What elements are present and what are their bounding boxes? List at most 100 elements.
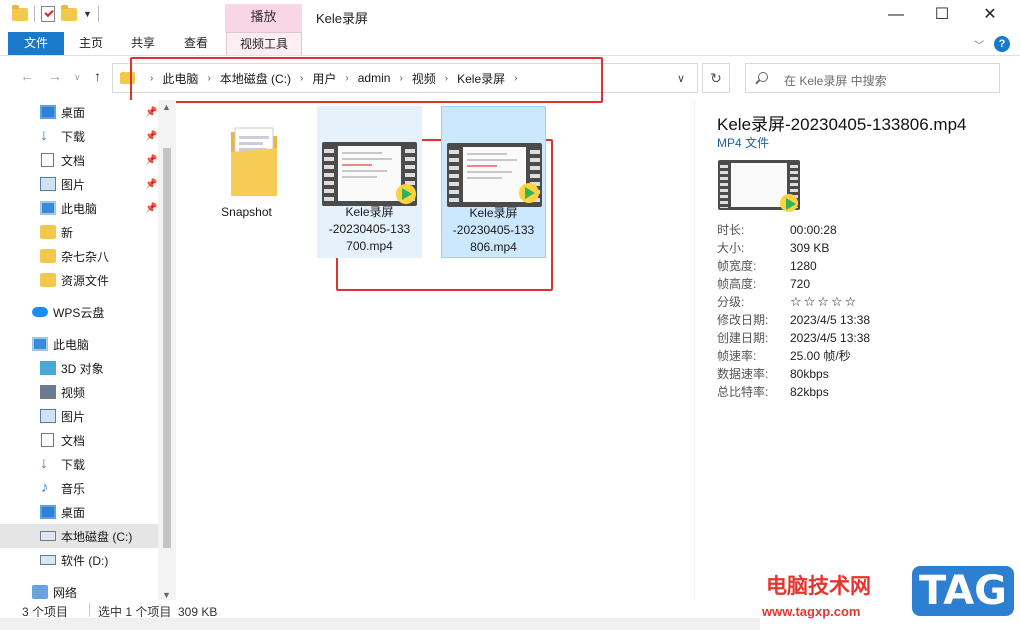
minimize-button[interactable]: —: [873, 0, 919, 30]
pane-divider[interactable]: [694, 100, 695, 600]
watermark-tag-logo: TAG: [912, 566, 1014, 616]
desktop-icon: [40, 505, 56, 519]
details-type: MP4 文件: [717, 136, 770, 150]
sidebar-item-downloads[interactable]: ↓ 下载 📌: [0, 124, 158, 148]
sidebar-item-downloads-pc[interactable]: ↓ 下载: [0, 452, 158, 476]
context-tab-play[interactable]: 播放: [225, 4, 302, 32]
sidebar-item-wps-cloud[interactable]: WPS云盘: [0, 300, 158, 324]
scrollbar-thumb[interactable]: [163, 148, 171, 548]
sidebar-item-pictures[interactable]: 图片 📌: [0, 172, 158, 196]
tab-share[interactable]: 共享: [124, 32, 162, 55]
sidebar-item-disk-d[interactable]: 软件 (D:): [0, 548, 158, 572]
sidebar-item-local-disk-c[interactable]: 本地磁盘 (C:): [0, 524, 158, 548]
sidebar-item-this-pc[interactable]: 此电脑: [0, 332, 158, 356]
pin-icon[interactable]: 📌: [145, 107, 157, 118]
file-tile-snapshot[interactable]: Snapshot: [194, 106, 299, 258]
scroll-down-icon[interactable]: ▼: [162, 590, 171, 600]
folder-icon: [40, 273, 56, 287]
search-input[interactable]: 在 Kele录屏 中搜索: [745, 63, 1000, 93]
folder-icon: [231, 127, 277, 196]
pin-icon[interactable]: 📌: [145, 179, 157, 190]
details-pane: Kele录屏-20230405-133806.mp4 MP4 文件 时长: 00…: [700, 100, 1020, 600]
refresh-button[interactable]: ↻: [702, 63, 730, 93]
properties-icon[interactable]: [41, 6, 55, 22]
sidebar-item-new[interactable]: 新: [0, 220, 158, 244]
background-strip: [0, 618, 760, 630]
sidebar-item-videos[interactable]: 视频: [0, 380, 158, 404]
file-name: Snapshot: [221, 205, 272, 219]
desktop-icon: [40, 105, 56, 119]
watermark-site-name: 电脑技术网: [766, 574, 871, 598]
3d-objects-icon: [40, 361, 56, 375]
pin-icon[interactable]: 📌: [145, 155, 157, 166]
picture-icon: [40, 177, 56, 191]
rating-stars[interactable]: ☆☆☆☆☆: [790, 293, 858, 311]
music-icon: ♪: [41, 479, 49, 496]
folder-icon: [12, 4, 28, 21]
player-badge-icon: [396, 184, 416, 204]
folder-icon: [40, 249, 56, 263]
quick-access-toolbar: ▼: [12, 4, 99, 22]
help-icon[interactable]: ?: [994, 36, 1010, 52]
divider: [34, 6, 35, 22]
navigation-pane: 桌面 📌 ↓ 下载 📌 文档 📌 图片 📌 此电脑 📌 新 杂七杂八 资源文件 …: [0, 100, 176, 600]
download-icon: ↓: [40, 127, 48, 144]
new-folder-icon[interactable]: [61, 4, 77, 21]
title-bar: ▼ 播放 Kele录屏 — ☐ ✕: [0, 0, 1020, 32]
maximize-button[interactable]: ☐: [919, 0, 965, 30]
cloud-icon: [32, 307, 48, 317]
pin-icon[interactable]: 📌: [145, 131, 157, 142]
sidebar-item-resources[interactable]: 资源文件: [0, 268, 158, 292]
picture-icon: [40, 409, 56, 423]
sidebar-item-documents[interactable]: 文档 📌: [0, 148, 158, 172]
highlight-box-address: [130, 57, 603, 103]
folder-icon: [40, 225, 56, 239]
drive-icon: [40, 531, 56, 541]
sidebar-item-desktop[interactable]: 桌面 📌: [0, 100, 158, 124]
sidebar-item-desktop-pc[interactable]: 桌面: [0, 500, 158, 524]
sidebar-item-3d-objects[interactable]: 3D 对象: [0, 356, 158, 380]
watermark-url: www.tagxp.com: [762, 604, 861, 619]
sidebar-item-misc[interactable]: 杂七杂八: [0, 244, 158, 268]
file-name: Kele录屏 -20230405-133 806.mp4: [452, 206, 535, 254]
tab-file[interactable]: 文件: [8, 32, 64, 55]
file-tile-video-1[interactable]: Kele录屏 -20230405-133 700.mp4: [317, 106, 422, 258]
back-icon[interactable]: ←: [20, 68, 34, 84]
file-tile-video-2[interactable]: Kele录屏 -20230405-133 806.mp4: [441, 106, 546, 258]
file-list: Snapshot Kele录屏 -20230405-133 700.mp4 Ke…: [176, 100, 694, 600]
sidebar-item-pictures-pc[interactable]: 图片: [0, 404, 158, 428]
search-icon: [758, 72, 768, 82]
details-title: Kele录屏-20230405-133806.mp4: [717, 115, 967, 134]
sidebar-item-music[interactable]: ♪ 音乐: [0, 476, 158, 500]
close-button[interactable]: ✕: [967, 0, 1013, 30]
video-icon: [40, 385, 56, 399]
scroll-up-icon[interactable]: ▲: [162, 102, 171, 112]
network-icon: [32, 585, 48, 599]
file-name: Kele录屏 -20230405-133 700.mp4: [328, 205, 411, 253]
expand-ribbon-icon[interactable]: ﹀: [974, 37, 984, 52]
drive-icon: [40, 555, 56, 565]
recent-locations-icon[interactable]: ∨: [74, 72, 81, 83]
sidebar-item-documents-pc[interactable]: 文档: [0, 428, 158, 452]
tab-view[interactable]: 查看: [177, 32, 215, 55]
sidebar-scrollbar[interactable]: ▲ ▼: [158, 100, 176, 600]
divider: [89, 603, 90, 617]
customize-dropdown-icon[interactable]: ▼: [83, 9, 92, 19]
up-icon[interactable]: ↑: [94, 68, 101, 84]
forward-icon[interactable]: →: [48, 68, 62, 84]
address-dropdown-icon[interactable]: ∨: [677, 72, 685, 85]
search-placeholder: 在 Kele录屏 中搜索: [784, 74, 887, 88]
document-icon: [41, 153, 54, 167]
divider: [97, 6, 99, 22]
document-icon: [41, 433, 54, 447]
player-badge-icon: [519, 183, 539, 203]
computer-icon: [40, 201, 56, 215]
tab-home[interactable]: 主页: [72, 32, 110, 55]
tab-video-tools[interactable]: 视频工具: [226, 32, 302, 55]
window-title: Kele录屏: [316, 11, 369, 26]
pin-icon[interactable]: 📌: [145, 203, 157, 214]
sidebar-item-this-pc-pinned[interactable]: 此电脑 📌: [0, 196, 158, 220]
player-badge-icon: [780, 194, 798, 212]
ribbon-tabs: 文件 主页 共享 查看 视频工具 ﹀ ?: [0, 32, 1020, 56]
computer-icon: [32, 337, 48, 351]
